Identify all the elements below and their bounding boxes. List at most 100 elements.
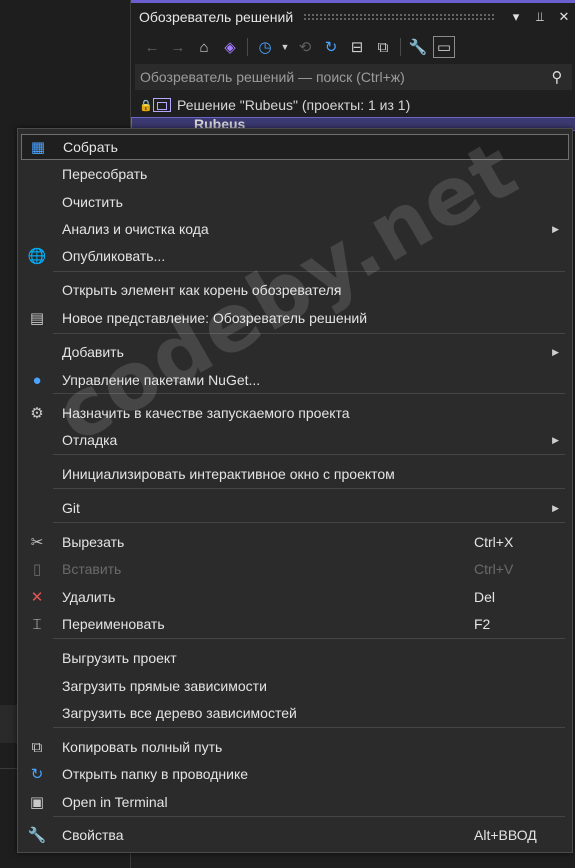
paste-icon: ▯ <box>32 561 42 578</box>
rename-icon: ⌶ <box>32 615 42 633</box>
close-icon[interactable]: ✕ <box>552 9 575 25</box>
menu-separator <box>53 333 565 334</box>
wrench-icon: 🔧 <box>27 827 47 844</box>
menu-item[interactable]: ⧉ Копировать полный путь <box>21 734 569 760</box>
submenu-arrow-icon: ▶ <box>552 434 559 445</box>
search-icon[interactable]: ⚲ <box>542 68 572 86</box>
menu-item[interactable]: ▣ Open in Terminal <box>21 789 569 815</box>
menu-item-label: Загрузить прямые зависимости <box>62 678 267 694</box>
menu-item[interactable]: ▦ Собрать <box>21 134 569 160</box>
menu-item-shortcut: Ctrl+V <box>474 561 514 577</box>
switch-views-icon[interactable]: ◈ <box>219 36 241 58</box>
copy-icon: ⧉ <box>31 738 43 756</box>
delete-x-icon: ✕ <box>30 589 44 606</box>
solution-icon <box>153 98 171 112</box>
menu-separator <box>53 638 565 639</box>
chevron-down-icon[interactable]: ▼ <box>280 36 290 58</box>
tree-solution-node[interactable]: 🔒 Решение "Rubeus" (проекты: 1 из 1) <box>131 94 575 116</box>
menu-item-label: Пересобрать <box>62 166 148 182</box>
pin-icon[interactable]: ⫫ <box>528 9 552 25</box>
home-icon[interactable]: ⌂ <box>193 36 215 58</box>
toolbar-separator <box>247 38 248 56</box>
menu-item-label: Управление пакетами NuGet... <box>62 372 261 388</box>
nuget-icon: ● <box>32 371 42 389</box>
menu-item[interactable]: ▯ Вставить Ctrl+V <box>21 556 569 582</box>
panel-toolbar: ← → ⌂ ◈ ◷ ▼ ⟲ ↻ ⊟ ⧉ 🔧 ▭ <box>131 33 575 61</box>
menu-item-label: Открыть папку в проводнике <box>62 766 249 782</box>
menu-item-label: Вырезать <box>62 534 125 550</box>
menu-item[interactable]: ▤ Новое представление: Обозреватель решен… <box>21 305 569 331</box>
menu-item-label: Добавить <box>62 344 124 360</box>
panel-dropdown-icon[interactable]: ▾ <box>504 9 528 25</box>
menu-item[interactable]: Добавить ▶ <box>21 339 569 365</box>
menu-item-shortcut: Alt+ВВОД <box>474 827 537 843</box>
solution-search-box[interactable]: Обозреватель решений — поиск (Ctrl+ж) ⚲ <box>135 64 572 90</box>
sync-icon[interactable]: ⟲ <box>294 36 316 58</box>
menu-item[interactable]: ● Управление пакетами NuGet... <box>21 367 569 393</box>
menu-item-label: Очистить <box>62 194 123 210</box>
new-view-icon: ▤ <box>29 310 45 327</box>
build-icon: ▦ <box>30 139 46 156</box>
menu-item-label: Удалить <box>62 589 116 605</box>
menu-item-label: Вставить <box>62 561 122 577</box>
menu-item[interactable]: ↻ Открыть папку в проводнике <box>21 761 569 787</box>
gear-icon: ⚙ <box>30 405 44 422</box>
panel-title: Обозреватель решений <box>139 9 294 25</box>
menu-item[interactable]: Выгрузить проект <box>21 645 569 671</box>
preview-selected-icon[interactable]: ▭ <box>433 36 455 58</box>
menu-item[interactable]: Анализ и очистка кода ▶ <box>21 216 569 242</box>
show-all-files-icon[interactable]: ⧉ <box>372 36 394 58</box>
terminal-icon: ▣ <box>29 794 45 811</box>
menu-item[interactable]: Инициализировать интерактивное окно с пр… <box>21 461 569 487</box>
menu-item[interactable]: ⚙ Назначить в качестве запускаемого проек… <box>21 400 569 426</box>
menu-item-label: Открыть элемент как корень обозревателя <box>62 282 342 298</box>
solution-label: Решение "Rubeus" (проекты: 1 из 1) <box>177 97 411 113</box>
menu-separator <box>53 393 565 394</box>
menu-item[interactable]: Отладка ▶ <box>21 427 569 453</box>
menu-separator <box>53 816 565 817</box>
menu-item[interactable]: ✂ Вырезать Ctrl+X <box>21 529 569 555</box>
menu-item-label: Опубликовать... <box>62 248 166 264</box>
menu-item[interactable]: Открыть элемент как корень обозревателя <box>21 277 569 303</box>
menu-separator <box>53 488 565 489</box>
menu-item-shortcut: F2 <box>474 616 491 632</box>
menu-item-label: Назначить в качестве запускаемого проект… <box>62 405 350 421</box>
menu-item[interactable]: Git ▶ <box>21 495 569 521</box>
menu-item-label: Свойства <box>62 827 124 843</box>
menu-item-label: Отладка <box>62 432 118 448</box>
pending-changes-icon[interactable]: ◷ <box>254 36 276 58</box>
menu-item-label: Open in Terminal <box>62 794 168 810</box>
menu-item[interactable]: Загрузить все дерево зависимостей <box>21 700 569 726</box>
menu-separator <box>53 727 565 728</box>
menu-item-label: Загрузить все дерево зависимостей <box>62 705 297 721</box>
menu-item[interactable]: ✕ Удалить Del <box>21 584 569 610</box>
menu-item-label: Новое представление: Обозреватель решени… <box>62 310 368 326</box>
menu-item[interactable]: 🌐 Опубликовать... <box>21 243 569 269</box>
menu-item-label: Собрать <box>63 139 118 155</box>
submenu-arrow-icon: ▶ <box>552 346 559 357</box>
properties-wrench-icon[interactable]: 🔧 <box>407 36 429 58</box>
panel-drag-grip[interactable] <box>303 13 494 21</box>
panel-title-bar: Обозреватель решений ▾ ⫫ ✕ <box>131 3 575 31</box>
menu-item-shortcut: Del <box>474 589 496 605</box>
menu-separator <box>53 271 565 272</box>
menu-item-label: Копировать полный путь <box>62 739 223 755</box>
refresh-icon[interactable]: ↻ <box>320 36 342 58</box>
context-menu: ▦ Собрать Пересобрать Очистить Анализ и очис… <box>17 128 573 853</box>
menu-item[interactable]: Очистить <box>21 189 569 215</box>
menu-item-label: Инициализировать интерактивное окно с пр… <box>62 466 395 482</box>
menu-item-label: Git <box>62 500 80 516</box>
back-icon[interactable]: ← <box>141 36 163 58</box>
menu-item[interactable]: ⌶ Переименовать F2 <box>21 611 569 637</box>
collapse-all-icon[interactable]: ⊟ <box>346 36 368 58</box>
forward-icon[interactable]: → <box>167 36 189 58</box>
menu-item[interactable]: Пересобрать <box>21 161 569 187</box>
menu-item-label: Выгрузить проект <box>62 650 177 666</box>
lock-icon: 🔒 <box>139 99 153 112</box>
scissors-icon: ✂ <box>30 534 44 551</box>
toolbar-separator <box>400 38 401 56</box>
open-folder-arrow-icon: ↻ <box>30 766 44 783</box>
menu-item[interactable]: Загрузить прямые зависимости <box>21 673 569 699</box>
search-input[interactable]: Обозреватель решений — поиск (Ctrl+ж) <box>140 69 542 85</box>
menu-item[interactable]: 🔧 Свойства Alt+ВВОД <box>21 822 569 848</box>
